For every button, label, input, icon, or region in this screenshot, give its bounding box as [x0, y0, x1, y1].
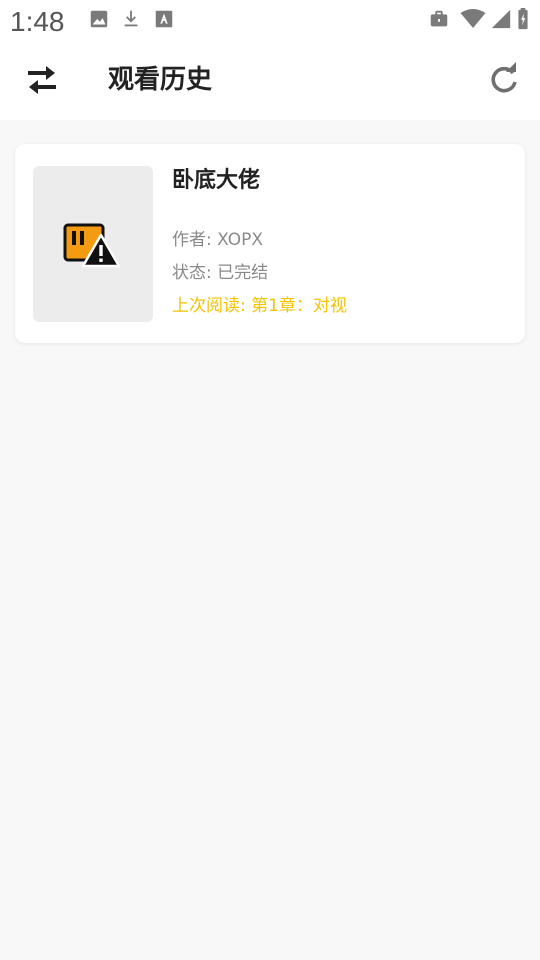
status-time: 1:48 — [10, 6, 65, 37]
book-status: 状态: 已完结 — [172, 263, 269, 283]
signal-icon — [491, 9, 511, 29]
history-list: 卧底大佬 作者: XOPX 状态: 已完结 上次阅读: 第1章：对视 — [0, 120, 540, 960]
page-title: 观看历史 — [108, 65, 213, 95]
history-card[interactable]: 卧底大佬 作者: XOPX 状态: 已完结 上次阅读: 第1章：对视 — [15, 144, 525, 343]
image-icon — [90, 10, 108, 28]
image-error-icon — [63, 223, 121, 268]
download-icon — [124, 10, 138, 27]
book-title: 卧底大佬 — [172, 168, 261, 193]
refresh-icon[interactable] — [486, 62, 522, 98]
wifi-icon — [460, 9, 486, 28]
book-cover — [33, 166, 153, 322]
swap-icon[interactable] — [22, 60, 62, 100]
status-bar: 1:48 — [0, 0, 540, 44]
text-a-icon — [155, 10, 173, 28]
briefcase-icon — [430, 10, 448, 27]
battery-icon — [518, 8, 528, 30]
app-bar: 观看历史 — [0, 44, 540, 120]
last-read-chapter[interactable]: 上次阅读: 第1章：对视 — [172, 294, 347, 318]
book-author: 作者: XOPX — [172, 230, 263, 250]
